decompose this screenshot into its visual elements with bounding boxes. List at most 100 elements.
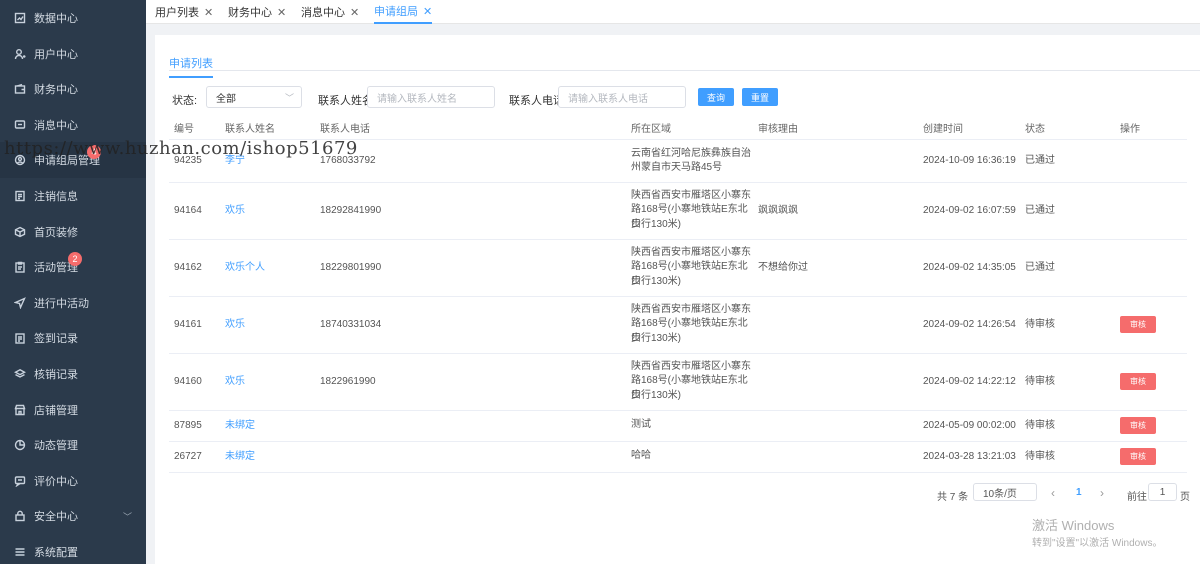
tab-label: 用户列表 [155, 7, 199, 19]
sidebar-item-13[interactable]: 评价中心 [0, 463, 146, 499]
reset-button[interactable]: 重置 [742, 88, 778, 106]
audit-reason: 不想给你过 [758, 261, 808, 273]
content-card: 申请列表 状态: 全部 ﹀ 联系人姓名: 请输入联系人姓名 联系人电话: 请输入联… [155, 35, 1200, 564]
row-id: 26727 [174, 450, 202, 462]
sidebar-item-1[interactable]: 用户中心 [0, 36, 146, 72]
created-time: 2024-09-02 14:26:54 [923, 318, 1016, 330]
row-id: 94164 [174, 204, 202, 216]
column-header-action: 操作 [1120, 124, 1140, 135]
region-text: 云南省红河哈尼族彝族自治 [631, 147, 751, 159]
audit-button[interactable]: 审核 [1120, 373, 1156, 390]
column-header-reason: 审核理由 [758, 124, 798, 135]
status-select[interactable]: 全部 ﹀ [206, 86, 302, 108]
sidebar-item-6[interactable]: 首页装修 [0, 214, 146, 250]
sidebar-item-12[interactable]: 动态管理 [0, 427, 146, 463]
sidebar-item-11[interactable]: 店铺管理 [0, 392, 146, 428]
tab-user-list[interactable]: 用户列表 ✕ [155, 0, 213, 24]
row-divider [169, 182, 1187, 183]
tab-bar: 用户列表 ✕ 财务中心 ✕ 消息中心 ✕ 申请组局 ✕ [146, 0, 1200, 24]
contact-phone: 18229801990 [320, 261, 382, 273]
sidebar-item-8[interactable]: 进行中活动 [0, 285, 146, 321]
row-id: 94160 [174, 375, 202, 387]
sidebar-item-label: 核销记录 [34, 369, 78, 381]
audit-button[interactable]: 审核 [1120, 316, 1156, 333]
audit-button[interactable]: 审核 [1120, 448, 1156, 465]
query-button[interactable]: 查询 [698, 88, 734, 106]
close-icon[interactable]: ✕ [204, 6, 213, 19]
goto-label: 前往 [1127, 492, 1147, 503]
comment-icon [14, 475, 26, 487]
page-number-current[interactable]: 1 [1076, 487, 1082, 498]
sidebar-item-9[interactable]: 签到记录 [0, 320, 146, 356]
close-icon[interactable]: ✕ [350, 6, 359, 19]
region-text: 陕西省西安市雁塔区小寨东 [631, 189, 751, 201]
cube-icon [14, 226, 26, 238]
menu-icon [14, 546, 26, 558]
row-id: 94162 [174, 261, 202, 273]
region-text: 陕西省西安市雁塔区小寨东 [631, 303, 751, 315]
sidebar-item-label: 评价中心 [34, 475, 78, 488]
close-icon[interactable]: ✕ [277, 6, 286, 19]
checklist-icon [14, 332, 26, 345]
user-icon [14, 48, 26, 60]
windows-activation-hint: 转到"设置"以激活 Windows。 [1032, 538, 1163, 549]
region-text: 步行130米) [631, 218, 682, 230]
phone-input[interactable]: 请输入联系人电话 [558, 86, 686, 108]
goto-page-input[interactable]: 1 [1148, 483, 1177, 501]
contact-name-link[interactable]: 欢乐个人 [225, 261, 265, 276]
page-size-select[interactable]: 10条/页 [973, 483, 1037, 501]
tab-label: 申请组局 [374, 6, 418, 18]
sidebar-item-10[interactable]: 核销记录 [0, 356, 146, 392]
page-unit-label: 页 [1180, 492, 1190, 503]
next-page-icon[interactable]: › [1100, 486, 1104, 500]
tab-finance[interactable]: 财务中心 ✕ [228, 0, 286, 24]
message-icon [14, 119, 26, 131]
status-text: 已通过 [1025, 204, 1055, 216]
column-header-id: 编号 [174, 124, 194, 135]
row-divider [169, 410, 1187, 411]
contact-name-link[interactable]: 未绑定 [225, 450, 255, 465]
region-text: 州蒙自市天马路45号 [631, 162, 723, 173]
clipboard-icon [14, 261, 26, 273]
send-icon [14, 296, 26, 309]
contact-name-link[interactable]: 欢乐 [225, 375, 245, 390]
sidebar-item-label: 店铺管理 [34, 404, 78, 417]
sidebar-item-7[interactable]: 活动管理 2 [0, 249, 146, 285]
audit-reason: 飒飒飒飒 [758, 204, 798, 216]
close-icon[interactable]: ✕ [423, 5, 432, 18]
sidebar-item-2[interactable]: 财务中心 [0, 71, 146, 107]
status-text: 待审核 [1025, 375, 1055, 387]
contact-name-link[interactable]: 未绑定 [225, 419, 255, 434]
name-input[interactable]: 请输入联系人姓名 [367, 86, 495, 108]
contact-phone: 1822961990 [320, 375, 376, 387]
sidebar-item-5[interactable]: 注销信息 [0, 178, 146, 214]
audit-button[interactable]: 审核 [1120, 417, 1156, 434]
column-header-phone: 联系人电话 [320, 124, 370, 135]
created-time: 2024-03-28 13:21:03 [923, 450, 1016, 462]
chevron-down-icon: ﹀ [284, 92, 294, 103]
region-text: 测试 [631, 419, 651, 431]
sidebar-item-15[interactable]: 系统配置 [0, 534, 146, 564]
chevron-down-icon: ﹀ [122, 511, 132, 522]
created-time: 2024-09-02 14:22:12 [923, 375, 1016, 387]
tab-apply-group[interactable]: 申请组局 ✕ [374, 0, 433, 24]
wallet-icon [14, 83, 26, 95]
contact-phone: 18292841990 [320, 204, 382, 216]
row-divider [169, 239, 1187, 240]
tab-messages[interactable]: 消息中心 ✕ [301, 0, 359, 24]
contact-name-link[interactable]: 欢乐 [225, 318, 245, 333]
tab-apply-list[interactable]: 申请列表 [169, 55, 213, 78]
sidebar-item-label: 注销信息 [34, 191, 78, 203]
status-text: 待审核 [1025, 450, 1055, 462]
chart-icon [14, 12, 26, 24]
lock-icon [14, 510, 26, 522]
prev-page-icon[interactable]: ‹ [1051, 486, 1055, 500]
sidebar-item-14[interactable]: 安全中心 ﹀ [0, 498, 146, 534]
sidebar-item-0[interactable]: 数据中心 [0, 0, 146, 36]
notification-badge: 2 [68, 252, 82, 267]
created-time: 2024-09-02 16:07:59 [923, 204, 1016, 216]
sidebar-item-label: 财务中心 [34, 84, 78, 97]
status-select-value: 全部 [216, 93, 236, 105]
contact-name-link[interactable]: 欢乐 [225, 204, 245, 219]
document-icon [14, 190, 26, 202]
